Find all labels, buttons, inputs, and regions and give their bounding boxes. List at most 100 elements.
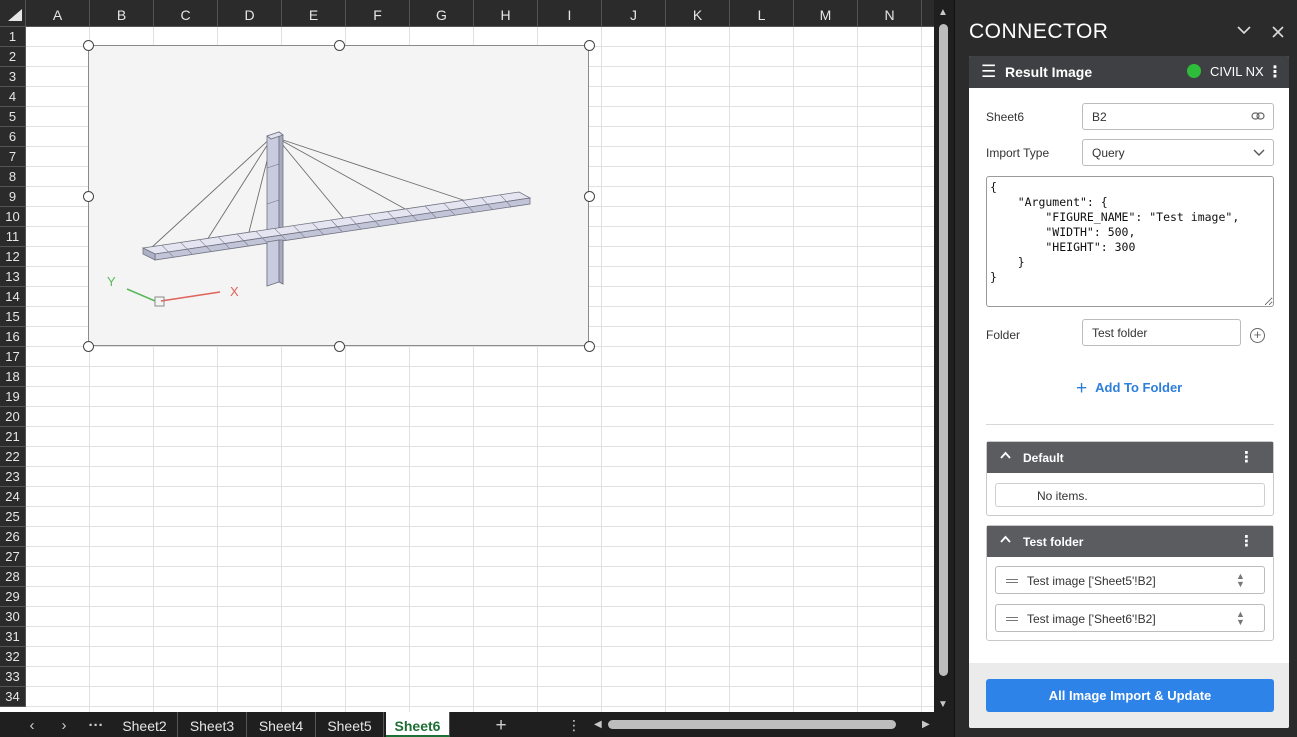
column-header[interactable]: F (346, 0, 410, 27)
tab-sheet6[interactable]: Sheet6 (386, 712, 450, 737)
row-header[interactable]: 33 (0, 667, 26, 687)
chevron-up-icon[interactable] (1000, 448, 1011, 462)
row-header[interactable]: 5 (0, 107, 26, 127)
link-icon[interactable] (1251, 109, 1265, 124)
row-header[interactable]: 17 (0, 347, 26, 367)
chevron-left-icon[interactable]: ‹ (20, 712, 44, 737)
select-all-button[interactable] (0, 0, 26, 27)
column-header[interactable]: B (90, 0, 154, 27)
row-header[interactable]: 6 (0, 127, 26, 147)
resize-handle-bottom-right[interactable] (584, 341, 595, 352)
row-header[interactable]: 4 (0, 87, 26, 107)
row-header[interactable]: 19 (0, 387, 26, 407)
close-icon[interactable] (1272, 22, 1284, 43)
scroll-up-icon[interactable]: ▲ (938, 8, 948, 18)
row-header[interactable]: 14 (0, 287, 26, 307)
add-sheet-button[interactable]: + (489, 712, 513, 737)
sort-arrows-icon[interactable]: ▲ ▼ (1236, 572, 1245, 589)
row-header[interactable]: 28 (0, 567, 26, 587)
column-header[interactable]: M (794, 0, 858, 27)
column-header[interactable]: J (602, 0, 666, 27)
folder-test-header[interactable]: Test folder ⋮ (987, 526, 1273, 557)
list-item[interactable]: Test image ['Sheet5'!B2] ▲ ▼ (995, 566, 1265, 594)
folder-menu-icon[interactable]: ⋮ (1239, 532, 1254, 550)
tab-sheet2[interactable]: Sheet2 (112, 712, 178, 737)
drag-handle-icon[interactable] (1006, 617, 1018, 621)
row-header[interactable]: 7 (0, 147, 26, 167)
row-header[interactable]: 18 (0, 367, 26, 387)
tab-options-icon[interactable]: ⋮ (562, 712, 586, 737)
row-header[interactable]: 23 (0, 467, 26, 487)
column-header[interactable]: A (26, 0, 90, 27)
row-header[interactable]: 3 (0, 67, 26, 87)
chevron-right-icon[interactable]: › (52, 712, 76, 737)
horizontal-scroll-thumb[interactable] (608, 720, 896, 729)
row-header[interactable]: 13 (0, 267, 26, 287)
column-header[interactable]: H (474, 0, 538, 27)
column-header[interactable]: L (730, 0, 794, 27)
row-header[interactable]: 30 (0, 607, 26, 627)
row-header[interactable]: 15 (0, 307, 26, 327)
scroll-right-icon[interactable]: ▶ (922, 718, 930, 731)
column-header[interactable]: K (666, 0, 730, 27)
folder-default-header[interactable]: Default ⋮ (987, 442, 1273, 473)
column-header[interactable]: I (538, 0, 602, 27)
resize-handle-top-left[interactable] (83, 40, 94, 51)
tab-sheet4[interactable]: Sheet4 (247, 712, 316, 737)
row-header[interactable]: 8 (0, 167, 26, 187)
folder-input[interactable]: Test folder (1082, 319, 1241, 346)
list-item[interactable]: Test image ['Sheet6'!B2] ▲ ▼ (995, 604, 1265, 632)
add-circle-icon[interactable]: + (1250, 328, 1265, 343)
column-header[interactable]: N (858, 0, 922, 27)
vertical-scroll-thumb[interactable] (939, 24, 948, 676)
resize-handle-bottom-left[interactable] (83, 341, 94, 352)
row-header[interactable]: 11 (0, 227, 26, 247)
row-header[interactable]: 32 (0, 647, 26, 667)
import-update-button[interactable]: All Image Import & Update (986, 679, 1274, 712)
drag-handle-icon[interactable] (1006, 579, 1018, 583)
row-header[interactable]: 27 (0, 547, 26, 567)
tab-sheet3[interactable]: Sheet3 (178, 712, 247, 737)
row-header[interactable]: 12 (0, 247, 26, 267)
resize-handle-right[interactable] (584, 191, 595, 202)
horizontal-scrollbar[interactable]: ◀ ▶ (592, 718, 932, 731)
row-header[interactable]: 21 (0, 427, 26, 447)
column-header[interactable]: E (282, 0, 346, 27)
hamburger-menu-icon[interactable]: ☰ (981, 63, 996, 80)
row-header[interactable]: 1 (0, 27, 26, 47)
row-header[interactable]: 31 (0, 627, 26, 647)
folder-menu-icon[interactable]: ⋮ (1239, 448, 1254, 466)
vertical-scrollbar[interactable]: ▲ ▼ (934, 0, 954, 712)
sort-arrows-icon[interactable]: ▲ ▼ (1236, 610, 1245, 627)
scroll-down-icon[interactable]: ▼ (938, 700, 948, 710)
row-header[interactable]: 25 (0, 507, 26, 527)
column-header[interactable]: G (410, 0, 474, 27)
chevron-up-icon[interactable] (1000, 532, 1011, 546)
row-header[interactable]: 24 (0, 487, 26, 507)
resize-handle-top[interactable] (334, 40, 345, 51)
row-header[interactable]: 10 (0, 207, 26, 227)
row-header[interactable]: 20 (0, 407, 26, 427)
cell-reference-field[interactable]: B2 (1082, 103, 1274, 130)
row-header[interactable]: 26 (0, 527, 26, 547)
resize-handle-bottom[interactable] (334, 341, 345, 352)
column-header[interactable]: C (154, 0, 218, 27)
add-to-folder-button[interactable]: + Add To Folder (1076, 376, 1182, 399)
resize-handle-top-right[interactable] (584, 40, 595, 51)
row-header[interactable]: 16 (0, 327, 26, 347)
row-header[interactable]: 22 (0, 447, 26, 467)
row-header[interactable]: 9 (0, 187, 26, 207)
chevron-down-icon[interactable] (1237, 22, 1251, 40)
more-sheets-button[interactable]: ··· (84, 712, 108, 737)
scroll-left-icon[interactable]: ◀ (594, 718, 602, 731)
import-type-select[interactable]: Query (1082, 139, 1274, 166)
column-header[interactable]: D (218, 0, 282, 27)
card-menu-icon[interactable]: ⋮ (1267, 62, 1283, 82)
row-header[interactable]: 2 (0, 47, 26, 67)
query-json-textarea[interactable]: { "Argument": { "FIGURE_NAME": "Test ima… (986, 176, 1274, 307)
result-image-picture[interactable]: Y X (83, 40, 595, 352)
row-header[interactable]: 29 (0, 587, 26, 607)
tab-sheet5[interactable]: Sheet5 (316, 712, 384, 737)
row-header[interactable]: 34 (0, 687, 26, 707)
resize-handle-left[interactable] (83, 191, 94, 202)
